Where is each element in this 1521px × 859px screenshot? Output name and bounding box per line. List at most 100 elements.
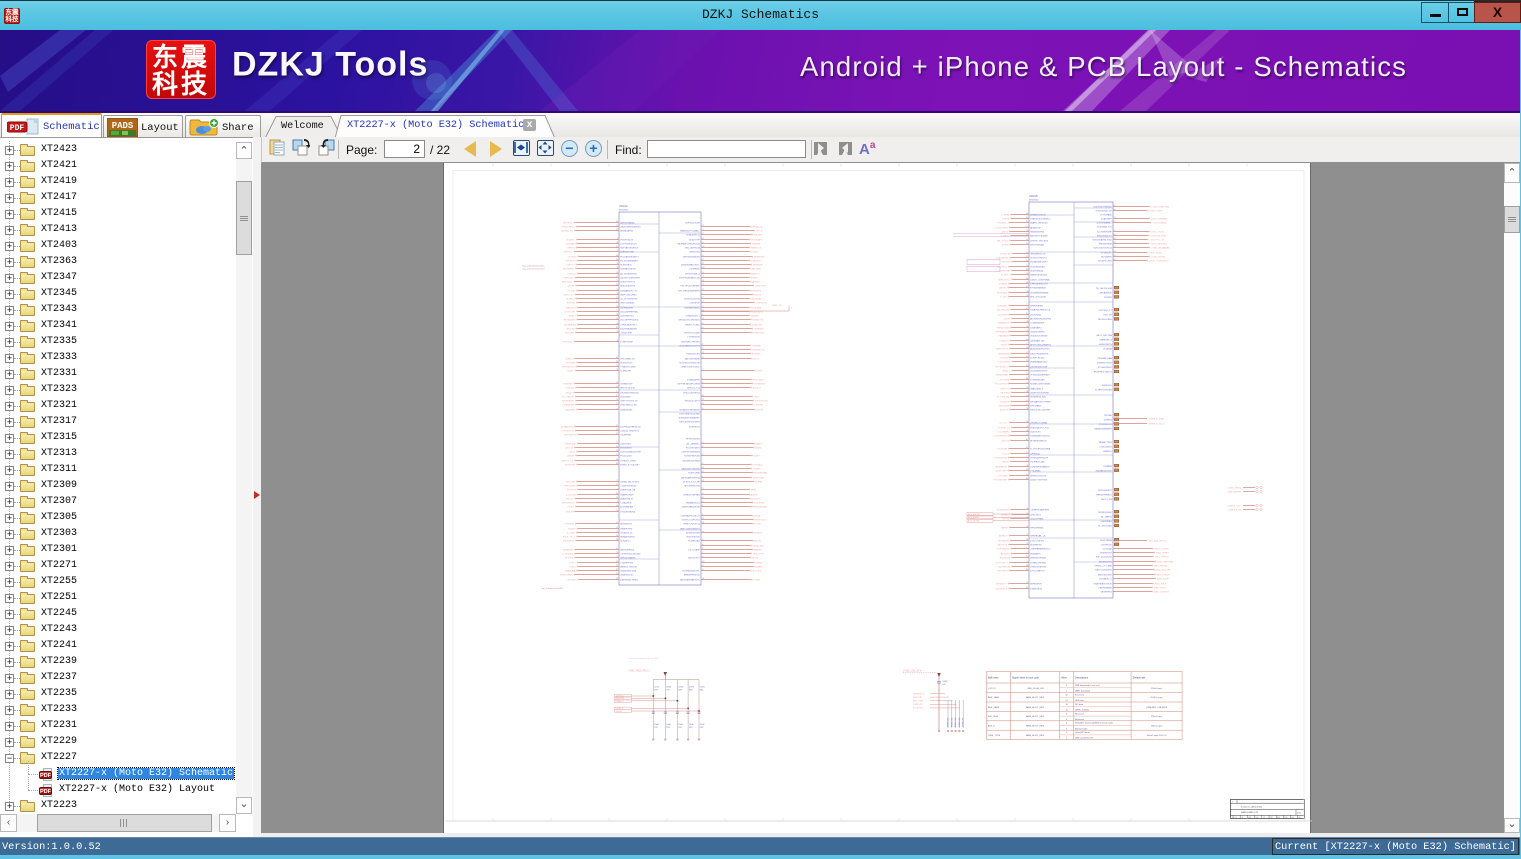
svg-text:4KSABY863: 4KSABY863: [561, 425, 574, 428]
svg-text:EPZ_70YL2Z6M: EPZ_70YL2Z6M: [1030, 296, 1046, 298]
svg-text:P8: P8: [1026, 347, 1028, 349]
svg-text:PKYK6LMZE: PKYK6LMZE: [994, 479, 1007, 481]
svg-text:0H516DXY1GRL9SG1: 0H516DXY1GRL9SG1: [679, 319, 701, 321]
svg-text:05: 05: [1114, 520, 1116, 522]
svg-text:DM64_B36N1RNVV7: DM64_B36N1RNVV7: [680, 528, 701, 530]
svg-text:P2: P2: [1026, 404, 1028, 406]
svg-text:XYG9E0VZVUYPL: XYG9E0VZVUYPL: [682, 570, 700, 572]
svg-text:Cap_schematic/mt6765: Cap_schematic/mt6765: [541, 587, 564, 590]
svg-text:98VA6TTZ6S: 98VA6TTZ6S: [1099, 441, 1113, 444]
svg-text:KE7N7: KE7N7: [756, 370, 764, 372]
svg-text:PKC6F6: PKC6F6: [565, 557, 574, 559]
svg-text:X7: X7: [1114, 498, 1116, 500]
svg-text:F4P_ZD24L6232: F4P_ZD24L6232: [1096, 556, 1113, 558]
svg-text:35TV40X7KK5YZ: 35TV40X7KK5YZ: [1030, 257, 1047, 259]
svg-text:6731SN6A_TV5: 6731SN6A_TV5: [1097, 225, 1113, 228]
svg-text:ZB: ZB: [616, 314, 618, 316]
svg-text:KC10N89: KC10N89: [566, 362, 576, 364]
svg-text:57BXPEBS: 57BXPEBS: [1101, 521, 1113, 523]
svg-text:91: 91: [616, 293, 618, 295]
svg-text:N6: N6: [616, 429, 618, 431]
svg-text:BURL6: BURL6: [565, 358, 573, 360]
svg-text:Z3: Z3: [702, 454, 704, 456]
svg-text:P0S91YMNX: P0S91YMNX: [560, 574, 573, 576]
svg-text:73ZCG16V0VVGU4: 73ZCG16V0VVGU4: [1093, 247, 1112, 249]
svg-text:T5P3SE: T5P3SE: [1104, 415, 1113, 417]
svg-text:AECE1: AECE1: [999, 286, 1007, 289]
svg-text:0S0MEHP: 0S0MEHP: [754, 328, 765, 330]
svg-text:K3: K3: [616, 497, 618, 499]
svg-text:Z5: Z5: [1026, 334, 1028, 336]
svg-text:XT: XT: [616, 454, 618, 456]
svg-text:MDFNEET4HTCF5ZUR: MDFNEET4HTCF5ZUR: [678, 243, 701, 245]
svg-text:C091: C091: [654, 687, 660, 689]
svg-text:81: 81: [702, 488, 704, 490]
svg-text:D4: D4: [702, 569, 704, 571]
svg-text:GD40GTPP: GD40GTPP: [689, 239, 701, 241]
svg-text:Other(KEYdriar): Other(KEYdriar): [1075, 731, 1090, 734]
svg-text:03KF1DG6SE04ZB: 03KF1DG6SE04ZB: [682, 451, 701, 453]
svg-text:AUN5GEX0HUU739: AUN5GEX0HUU739: [1030, 347, 1050, 350]
svg-text:P_: P_: [1026, 456, 1028, 458]
svg-text:USB_DL040_EN: USB_DL040_EN: [1027, 688, 1044, 690]
svg-text:78X35MP: 78X35MP: [751, 345, 761, 347]
svg-text:M3MEF09: M3MEF09: [563, 549, 574, 551]
svg-text:NUX8E8V6: NUX8E8V6: [1101, 256, 1112, 258]
svg-text:CUMDXPVD8AE3V2: CUMDXPVD8AE3V2: [1030, 465, 1050, 468]
svg-text:_7BFXS4T: _7BFXS4T: [562, 277, 574, 279]
svg-text:ZTFV7T830B_Z: ZTFV7T830B_Z: [685, 273, 701, 275]
svg-text:N_: N_: [1026, 343, 1028, 345]
svg-text:_FY15ATPHG2: _FY15ATPHG2: [1096, 366, 1113, 369]
svg-text:ZBR01ELVB03M: ZBR01ELVB03M: [1030, 557, 1046, 559]
svg-text:A5RK1X: A5RK1X: [1103, 450, 1112, 453]
svg-text:UXB27_CXPZFGMA: UXB27_CXPZFGMA: [1030, 278, 1050, 281]
svg-text:LS8U8UA8: LS8U8UA8: [751, 297, 763, 300]
svg-text:LZZ14K2: LZZ14K2: [565, 387, 575, 389]
svg-text:G78CT4C3: G78CT4C3: [1030, 514, 1041, 516]
svg-text:8E: 8E: [616, 327, 618, 329]
svg-text:_Z8T64C3: _Z8T64C3: [999, 514, 1011, 516]
svg-text:6A1T5NF2EB39: 6A1T5NF2EB39: [685, 357, 701, 360]
svg-text:YZ: YZ: [1026, 552, 1028, 554]
svg-text:C6: C6: [1026, 330, 1028, 332]
svg-text:schematic decoupling caps for: schematic decoupling caps for VM18: [628, 657, 659, 660]
svg-text:7HVLMVH: 7HVLMVH: [997, 570, 1008, 572]
svg-text:KKTLZT4: KKTLZT4: [567, 489, 577, 491]
svg-text:D4_LD2A6F: D4_LD2A6F: [688, 548, 700, 551]
svg-text:Y7ZV5FP7R5: Y7ZV5FP7R5: [620, 562, 634, 564]
svg-text:C0405: C0405: [942, 681, 949, 683]
svg-text:4F: 4F: [616, 297, 618, 299]
svg-text:R7XE5_KYTUL63E7: R7XE5_KYTUL63E7: [620, 464, 640, 466]
svg-text:9YM8B8: 9YM8B8: [1103, 466, 1112, 468]
svg-text:BVXB6NGG: BVXB6NGG: [620, 447, 632, 449]
svg-text:W(w=1.wpd) //1/0 /.0/: W(w=1.wpd) //1/0 /.0/: [1147, 735, 1167, 737]
svg-text:Value: Value: [1061, 677, 1068, 680]
svg-text:ZGVUN332: ZGVUN332: [1030, 314, 1042, 316]
svg-text:EZ: EZ: [1026, 447, 1028, 449]
svg-text:XZ: XZ: [616, 403, 618, 405]
svg-text:GS: GS: [616, 561, 618, 563]
svg-text:R0430 10K: R0430 10K: [959, 717, 961, 727]
svg-text:PWR_1.8: PWR_1.8: [772, 305, 782, 307]
svg-text:PL: PL: [616, 556, 618, 558]
svg-text:M65KFLRY90: M65KFLRY90: [1099, 561, 1113, 563]
svg-text:645XH4BZM82F6: 645XH4BZM82F6: [620, 328, 637, 330]
svg-text:Cap_reboot/fastboot/low: Cap_reboot/fastboot/low: [522, 265, 545, 268]
svg-text:5DR53B39A1Y35S_: 5DR53B39A1Y35S_: [681, 263, 701, 266]
svg-text:YM17L: YM17L: [1002, 461, 1010, 463]
svg-text:80: 80: [616, 399, 618, 401]
svg-text:B8: B8: [1026, 282, 1028, 284]
svg-text:CY8BD946G_7: CY8BD946G_7: [685, 315, 700, 317]
svg-text:2DA1HXBT: 2DA1HXBT: [1101, 217, 1112, 220]
svg-text:7R9MFX0F: 7R9MFX0F: [754, 256, 766, 258]
svg-text:BRMXF: BRMXF: [754, 549, 762, 551]
svg-text:GGS3PPTN5: GGS3PPTN5: [994, 435, 1008, 437]
svg-text:XYZF8A2PXYT82_P: XYZF8A2PXYT82_P: [681, 514, 701, 517]
svg-text:G7NY4EG3Z_DF: G7NY4EG3Z_DF: [1096, 210, 1113, 212]
svg-text:_L: _L: [615, 488, 618, 490]
svg-text:G9: G9: [616, 573, 618, 575]
svg-text:10uF: 10uF: [700, 724, 705, 726]
svg-text:47SRDKXS: 47SRDKXS: [689, 426, 700, 428]
svg-text:HGTK3825: HGTK3825: [750, 307, 762, 309]
svg-text:NM: NM: [1114, 383, 1117, 385]
